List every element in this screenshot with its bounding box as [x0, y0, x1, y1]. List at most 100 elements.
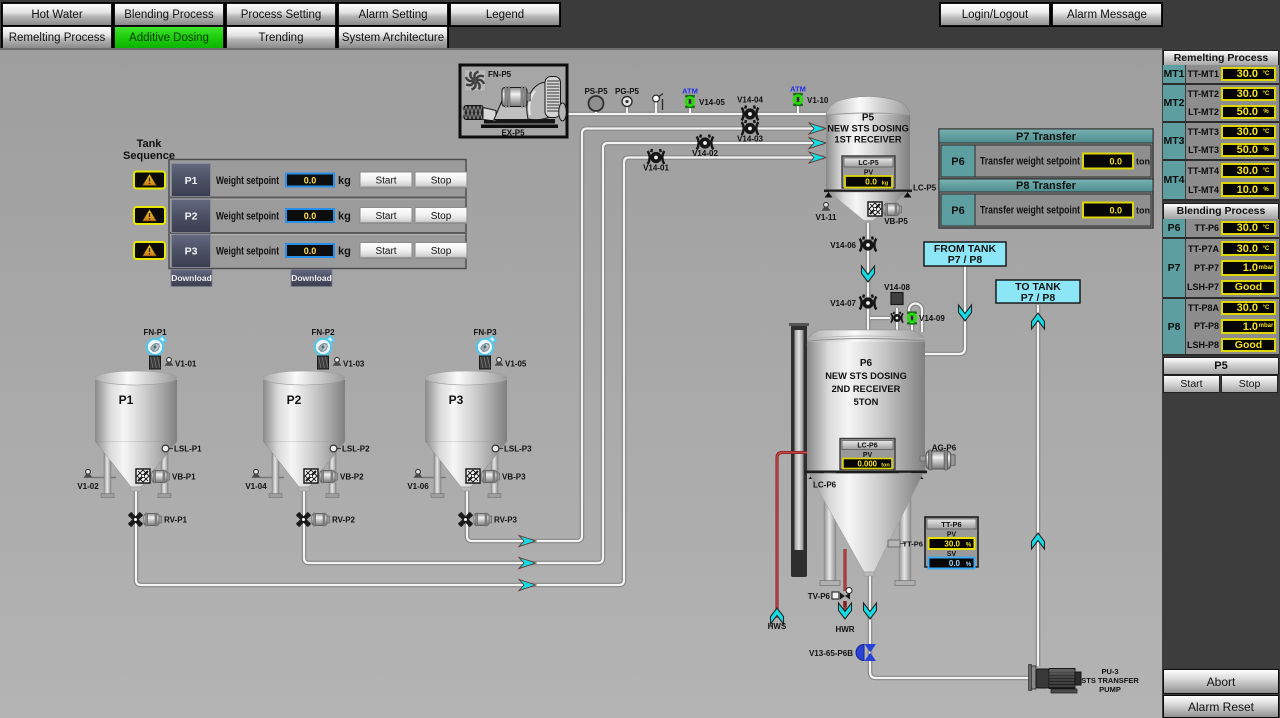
svg-text:EX-P5: EX-P5 — [501, 129, 525, 138]
svg-text:Tank: Tank — [137, 138, 163, 150]
svg-text:NEW STS DOSING: NEW STS DOSING — [825, 371, 907, 381]
svg-text:V14-01: V14-01 — [643, 164, 669, 173]
svg-text:Download: Download — [171, 273, 212, 283]
svg-text:0.0: 0.0 — [1109, 157, 1122, 167]
svg-text:0.0: 0.0 — [304, 246, 317, 256]
svg-text:%: % — [966, 562, 972, 568]
svg-text:0.0: 0.0 — [949, 559, 961, 568]
svg-text:ATM: ATM — [682, 87, 698, 96]
svg-text:Download: Download — [291, 273, 332, 283]
svg-text:P1: P1 — [185, 175, 198, 187]
svg-text:V1-10: V1-10 — [807, 96, 829, 105]
svg-text:kg: kg — [338, 211, 351, 223]
svg-text:V1-05: V1-05 — [505, 360, 527, 369]
svg-text:kg: kg — [338, 246, 351, 258]
svg-text:V14-09: V14-09 — [919, 314, 945, 323]
svg-text:HWR: HWR — [835, 625, 854, 634]
svg-text:V1-02: V1-02 — [77, 482, 99, 491]
svg-text:Sequence: Sequence — [123, 150, 175, 162]
svg-text:RV-P1: RV-P1 — [164, 516, 188, 525]
svg-text:TT-P6: TT-P6 — [941, 520, 961, 529]
svg-text:ton: ton — [1136, 157, 1150, 167]
svg-text:FN-P1: FN-P1 — [143, 328, 167, 337]
svg-text:Weight setpoint: Weight setpoint — [216, 246, 279, 258]
svg-text:0.0: 0.0 — [1109, 206, 1122, 216]
svg-text:P2: P2 — [185, 210, 198, 222]
svg-text:V1-06: V1-06 — [407, 482, 429, 491]
svg-text:%: % — [966, 543, 972, 549]
svg-text:1ST RECEIVER: 1ST RECEIVER — [834, 135, 901, 145]
svg-text:Transfer weight setpoint: Transfer weight setpoint — [980, 205, 1080, 217]
svg-text:RV-P2: RV-P2 — [332, 516, 356, 525]
svg-text:V1-04: V1-04 — [245, 482, 267, 491]
svg-text:PU-3: PU-3 — [1101, 667, 1118, 676]
svg-text:P2: P2 — [287, 393, 302, 407]
svg-text:Start: Start — [375, 176, 396, 187]
svg-text:STS TRANSFER: STS TRANSFER — [1081, 676, 1139, 685]
svg-text:Weight setpoint: Weight setpoint — [216, 211, 279, 223]
svg-text:LSL-P2: LSL-P2 — [342, 445, 370, 454]
svg-text:P3: P3 — [185, 245, 198, 257]
svg-text:PUMP: PUMP — [1099, 685, 1121, 694]
svg-text:V14-06: V14-06 — [830, 241, 856, 250]
svg-text:RV-P3: RV-P3 — [494, 516, 518, 525]
svg-text:HWS: HWS — [768, 622, 787, 631]
svg-text:0.000: 0.000 — [857, 460, 877, 469]
svg-text:P7 / P8: P7 / P8 — [948, 254, 983, 266]
svg-text:Transfer weight setpoint: Transfer weight setpoint — [980, 156, 1080, 168]
svg-text:0.0: 0.0 — [304, 211, 317, 221]
svg-text:LSL-P1: LSL-P1 — [174, 445, 202, 454]
svg-text:V1-01: V1-01 — [175, 360, 197, 369]
svg-text:LC-P6: LC-P6 — [813, 481, 837, 490]
svg-text:VB-P5: VB-P5 — [884, 217, 908, 226]
svg-text:P6: P6 — [951, 205, 964, 217]
svg-text:Start: Start — [375, 246, 396, 257]
svg-text:LC-P6: LC-P6 — [857, 443, 877, 450]
svg-text:NEW STS DOSING: NEW STS DOSING — [827, 124, 909, 134]
svg-text:kg: kg — [338, 175, 351, 187]
svg-text:ton: ton — [1136, 206, 1150, 216]
svg-text:2ND RECEIVER: 2ND RECEIVER — [832, 384, 901, 394]
svg-text:VB-P2: VB-P2 — [340, 473, 364, 482]
svg-text:V14-02: V14-02 — [692, 149, 718, 158]
svg-text:Stop: Stop — [431, 176, 452, 187]
svg-text:PG-P5: PG-P5 — [615, 87, 640, 96]
svg-text:V13-65-P6B: V13-65-P6B — [809, 649, 853, 658]
svg-text:Stop: Stop — [431, 246, 452, 257]
svg-text:Weight setpoint: Weight setpoint — [216, 175, 279, 187]
svg-text:VB-P1: VB-P1 — [172, 473, 196, 482]
svg-text:V14-05: V14-05 — [699, 98, 725, 107]
svg-text:0.0: 0.0 — [304, 176, 317, 186]
svg-text:5TON: 5TON — [854, 397, 879, 407]
svg-text:P3: P3 — [449, 393, 464, 407]
svg-text:TT-P6: TT-P6 — [903, 540, 923, 549]
svg-text:LSL-P3: LSL-P3 — [504, 445, 532, 454]
svg-text:ton: ton — [881, 463, 890, 469]
svg-text:30.0: 30.0 — [944, 540, 960, 549]
svg-text:V14-04: V14-04 — [737, 96, 763, 105]
svg-text:V14-07: V14-07 — [830, 299, 856, 308]
svg-text:P8 Transfer: P8 Transfer — [1016, 180, 1077, 192]
svg-text:Start: Start — [375, 211, 396, 222]
svg-text:FN-P3: FN-P3 — [473, 328, 497, 337]
svg-text:P5: P5 — [862, 113, 875, 124]
svg-text:P7 / P8: P7 / P8 — [1021, 292, 1056, 304]
svg-text:TV-P6: TV-P6 — [808, 592, 831, 601]
svg-text:P1: P1 — [119, 393, 134, 407]
svg-text:P6: P6 — [951, 156, 964, 168]
svg-text:FN-P5: FN-P5 — [488, 70, 512, 79]
svg-text:AG-P6: AG-P6 — [932, 444, 957, 453]
svg-text:0.0: 0.0 — [865, 177, 877, 187]
svg-text:V1-11: V1-11 — [816, 213, 837, 222]
svg-text:FN-P2: FN-P2 — [311, 328, 335, 337]
svg-text:PS-P5: PS-P5 — [584, 87, 608, 96]
svg-text:LC-P5: LC-P5 — [913, 184, 937, 193]
svg-text:ATM: ATM — [790, 85, 806, 94]
svg-text:LC-P5: LC-P5 — [858, 160, 878, 167]
svg-text:VB-P3: VB-P3 — [502, 473, 526, 482]
svg-text:P7 Transfer: P7 Transfer — [1016, 131, 1077, 143]
svg-text:P6: P6 — [860, 358, 873, 369]
svg-text:V14-03: V14-03 — [737, 135, 763, 144]
svg-text:V14-08: V14-08 — [884, 283, 910, 292]
svg-text:Stop: Stop — [431, 211, 452, 222]
